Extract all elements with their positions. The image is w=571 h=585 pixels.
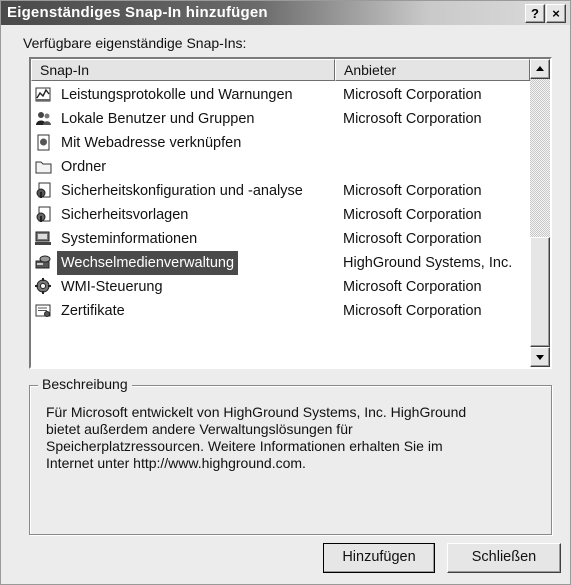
add-button[interactable]: Hinzufügen: [323, 543, 435, 573]
list-scrollbar[interactable]: [530, 59, 550, 367]
item-vendor: Microsoft Corporation: [343, 111, 482, 127]
list-item[interactable]: Sicherheitskonfiguration und -analyse Mi…: [33, 179, 528, 203]
folder-icon: [35, 161, 52, 174]
column-header-snapin[interactable]: Snap-In: [31, 59, 335, 81]
item-vendor: Microsoft Corporation: [343, 87, 482, 103]
item-name: Sicherheitskonfiguration und -analyse: [61, 183, 303, 199]
arrow-up-icon: [536, 66, 544, 71]
close-button[interactable]: Schließen: [447, 543, 561, 573]
item-vendor: Microsoft Corporation: [343, 183, 482, 199]
close-icon[interactable]: ×: [546, 4, 566, 23]
snapin-list[interactable]: Snap-In Anbieter Leistungsprotokolle und…: [29, 57, 552, 369]
list-item[interactable]: WMI-Steuerung Microsoft Corporation: [33, 275, 528, 299]
list-item[interactable]: Ordner: [33, 155, 528, 179]
web-link-icon: [37, 134, 50, 151]
performance-logs-icon: [35, 87, 51, 102]
item-name: Lokale Benutzer und Gruppen: [61, 111, 255, 127]
item-name: Ordner: [61, 159, 107, 175]
item-vendor: Microsoft Corporation: [343, 207, 482, 223]
list-item[interactable]: Zertifikate Microsoft Corporation: [33, 299, 528, 323]
item-vendor: Microsoft Corporation: [343, 303, 482, 319]
add-snapin-dialog: Eigenständiges Snap-In hinzufügen ? × Ve…: [0, 0, 571, 585]
list-item[interactable]: Mit Webadresse verknüpfen: [33, 131, 528, 155]
removable-media-icon: [35, 255, 51, 269]
item-name: Zertifikate: [61, 303, 125, 319]
security-templates-icon: [36, 206, 51, 222]
list-item[interactable]: Leistungsprotokolle und Warnungen Micros…: [33, 83, 528, 107]
item-vendor: HighGround Systems, Inc.: [343, 255, 513, 271]
help-button[interactable]: ?: [525, 4, 545, 23]
list-item[interactable]: Wechselmedienverwaltung HighGround Syste…: [33, 251, 528, 275]
list-item[interactable]: Lokale Benutzer und Gruppen Microsoft Co…: [33, 107, 528, 131]
scroll-thumb[interactable]: [530, 237, 550, 347]
certificates-icon: [35, 304, 51, 317]
description-legend: Beschreibung: [38, 376, 132, 392]
list-item[interactable]: Systeminformationen Microsoft Corporatio…: [33, 227, 528, 251]
column-header-vendor[interactable]: Anbieter: [335, 59, 530, 81]
item-name: Mit Webadresse verknüpfen: [61, 135, 242, 151]
title-bar[interactable]: Eigenständiges Snap-In hinzufügen ? ×: [1, 1, 570, 25]
scroll-up-button[interactable]: [530, 59, 550, 79]
item-name: WMI-Steuerung: [61, 279, 163, 295]
item-name: Wechselmedienverwaltung: [57, 251, 239, 275]
system-info-icon: [35, 231, 51, 245]
item-vendor: Microsoft Corporation: [343, 279, 482, 295]
security-config-icon: [36, 182, 51, 198]
list-item[interactable]: Sicherheitsvorlagen Microsoft Corporatio…: [33, 203, 528, 227]
item-vendor: Microsoft Corporation: [343, 231, 482, 247]
wmi-control-icon: [35, 278, 51, 294]
users-groups-icon: [36, 112, 51, 125]
item-name: Sicherheitsvorlagen: [61, 207, 189, 223]
scroll-down-button[interactable]: [530, 347, 550, 367]
arrow-down-icon: [536, 355, 544, 360]
item-name: Leistungsprotokolle und Warnungen: [61, 87, 293, 103]
description-text: Für Microsoft entwickelt von HighGround …: [46, 404, 467, 471]
dialog-title: Eigenständiges Snap-In hinzufügen: [7, 4, 268, 21]
snapins-caption: Verfügbare eigenständige Snap-Ins:: [23, 35, 247, 51]
description-group: Beschreibung Für Microsoft entwickelt vo…: [29, 376, 552, 535]
item-name: Systeminformationen: [61, 231, 198, 247]
